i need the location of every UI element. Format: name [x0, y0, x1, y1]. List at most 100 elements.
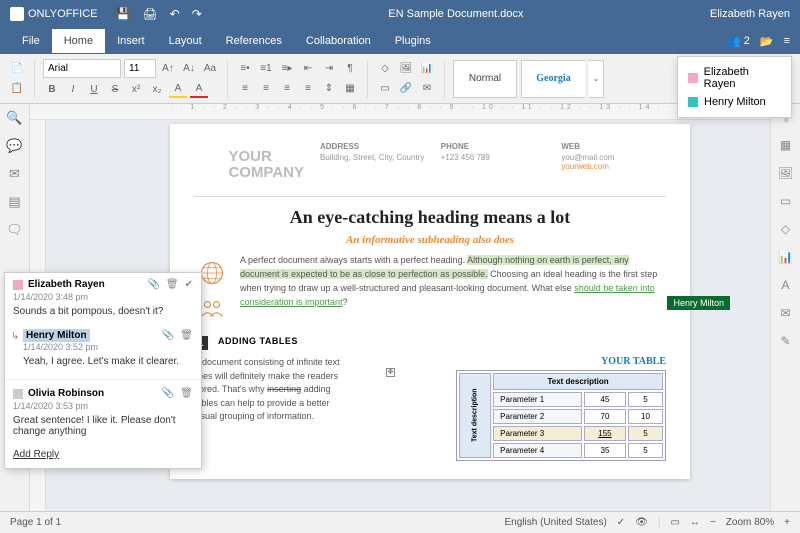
print-icon[interactable]: 🖨: [142, 7, 157, 21]
comments-icon[interactable]: 💬: [6, 138, 22, 154]
user-list-item[interactable]: Elizabeth Rayen: [704, 66, 781, 90]
feedback-icon[interactable]: 🗨: [6, 222, 23, 238]
nonprinting-icon[interactable]: ¶: [341, 60, 359, 78]
table-title[interactable]: YOUR TABLE: [358, 356, 666, 367]
header-settings-icon[interactable]: ▭: [780, 194, 791, 208]
delete-comment-icon[interactable]: 🗑: [180, 330, 193, 341]
font-size-input[interactable]: [124, 59, 156, 78]
page-indicator[interactable]: Page 1 of 1: [10, 517, 61, 528]
company-line2: COMPANY: [228, 165, 304, 182]
open-location-icon[interactable]: 📂: [760, 35, 774, 48]
insert-chart-icon[interactable]: 📊: [418, 60, 436, 78]
bullets-icon[interactable]: ≡•: [236, 60, 254, 78]
users-icon: 👥: [727, 35, 741, 48]
multilevel-icon[interactable]: ≡▸: [278, 60, 296, 78]
heading-1[interactable]: An eye-catching heading means a lot: [194, 207, 666, 228]
strike-button[interactable]: S: [106, 80, 124, 98]
tab-home[interactable]: Home: [52, 29, 105, 53]
underline-button[interactable]: U: [85, 80, 103, 98]
insert-page-icon[interactable]: ▭: [376, 80, 394, 98]
align-left-icon[interactable]: ≡: [236, 80, 254, 98]
delete-comment-icon[interactable]: 🗑: [166, 279, 179, 290]
inc-indent-icon[interactable]: ⇥: [320, 60, 338, 78]
change-case-icon[interactable]: Aa: [201, 60, 219, 78]
section-paragraph[interactable]: A document consisting of infinite text l…: [194, 356, 344, 461]
dec-indent-icon[interactable]: ⇤: [299, 60, 317, 78]
decrease-font-icon[interactable]: A↓: [180, 60, 198, 78]
justify-icon[interactable]: ≡: [299, 80, 317, 98]
insert-image-icon[interactable]: 🖼: [397, 60, 415, 78]
tab-insert[interactable]: Insert: [105, 29, 157, 53]
tab-file[interactable]: File: [10, 29, 52, 53]
user-count[interactable]: 👥 2: [727, 35, 750, 48]
tracking-icon[interactable]: 👁: [635, 517, 648, 528]
ruler-horizontal[interactable]: · · 1 · · 2 · · 3 · · 4 · · 5 · · 6 · · …: [30, 104, 770, 120]
menu-icon[interactable]: ≡: [784, 35, 790, 47]
heading-2[interactable]: An informative subheading also does: [194, 234, 666, 246]
data-table[interactable]: Text descriptionText description Paramet…: [456, 370, 666, 461]
chat-icon[interactable]: ✉: [9, 166, 20, 182]
save-icon[interactable]: 💾: [115, 7, 130, 21]
mailmerge-settings-icon[interactable]: ✉: [780, 306, 790, 320]
insert-shape-icon[interactable]: ◇: [376, 60, 394, 78]
search-icon[interactable]: 🔍: [6, 110, 22, 126]
numbering-icon[interactable]: ≡1: [257, 60, 275, 78]
reply-date: 1/14/2020 3:52 pm: [23, 342, 193, 352]
font-color-button[interactable]: A: [190, 80, 208, 98]
textart-settings-icon[interactable]: A: [781, 278, 789, 292]
copy-icon[interactable]: 📄: [8, 60, 26, 78]
fit-page-icon[interactable]: ▭: [671, 517, 680, 528]
align-center-icon[interactable]: ≡: [257, 80, 275, 98]
resolve-icon[interactable]: ✔: [185, 279, 193, 290]
navigation-icon[interactable]: ▤: [8, 194, 20, 210]
shape-settings-icon[interactable]: ◇: [781, 222, 790, 236]
style-georgia[interactable]: Georgia: [521, 60, 585, 98]
tab-references[interactable]: References: [214, 29, 294, 53]
delete-comment-icon[interactable]: 🗑: [180, 388, 193, 399]
paste-icon[interactable]: 📋: [8, 80, 26, 98]
chart-settings-icon[interactable]: 📊: [778, 250, 793, 264]
section-title[interactable]: ADDING TABLES: [218, 336, 298, 350]
bold-button[interactable]: B: [43, 80, 61, 98]
attach-icon[interactable]: 📎: [162, 330, 174, 341]
comment-date: 1/14/2020 3:53 pm: [5, 401, 201, 415]
shading-icon[interactable]: ▦: [341, 80, 359, 98]
align-right-icon[interactable]: ≡: [278, 80, 296, 98]
reply-arrow-icon: ↳: [11, 331, 19, 342]
highlight-button[interactable]: A: [169, 80, 187, 98]
insert-link-icon[interactable]: 🔗: [397, 80, 415, 98]
fit-width-icon[interactable]: ↔: [690, 517, 700, 528]
zoom-level[interactable]: Zoom 80%: [726, 517, 774, 528]
user-list-item[interactable]: Henry Milton: [704, 96, 766, 108]
spellcheck-icon[interactable]: ✓: [617, 517, 625, 528]
table-move-handle[interactable]: ✥: [386, 368, 395, 377]
line-spacing-icon[interactable]: ⇕: [320, 80, 338, 98]
image-settings-icon[interactable]: 🖼: [778, 166, 793, 180]
redo-icon[interactable]: ↷: [192, 7, 202, 21]
undo-icon[interactable]: ↶: [170, 7, 180, 21]
tab-collaboration[interactable]: Collaboration: [294, 29, 383, 53]
table-cell[interactable]: Parameter 1: [493, 392, 582, 407]
zoom-out-icon[interactable]: −: [710, 517, 716, 528]
document-page[interactable]: YOUR COMPANY ADDRESS Building, Street, C…: [170, 124, 690, 479]
zoom-in-icon[interactable]: +: [784, 517, 790, 528]
current-user[interactable]: Elizabeth Rayen: [710, 8, 790, 20]
add-reply-button[interactable]: Add Reply: [5, 445, 201, 468]
signature-icon[interactable]: ✎: [780, 334, 790, 348]
language-indicator[interactable]: English (United States): [505, 517, 607, 528]
font-name-input[interactable]: [43, 59, 121, 78]
body-paragraph[interactable]: A perfect document always starts with a …: [240, 254, 666, 324]
tab-plugins[interactable]: Plugins: [383, 29, 443, 53]
italic-button[interactable]: I: [64, 80, 82, 98]
attach-icon[interactable]: 📎: [162, 388, 174, 399]
attach-icon[interactable]: 📎: [147, 279, 159, 290]
table-settings-icon[interactable]: ▦: [780, 138, 791, 152]
comment-author: Elizabeth Rayen: [28, 279, 105, 290]
mailmerge-icon[interactable]: ✉: [418, 80, 436, 98]
style-dropdown-icon[interactable]: ⌄: [589, 60, 604, 98]
subscript-button[interactable]: x₂: [148, 80, 166, 98]
superscript-button[interactable]: x²: [127, 80, 145, 98]
tab-layout[interactable]: Layout: [157, 29, 214, 53]
increase-font-icon[interactable]: A↑: [159, 60, 177, 78]
style-normal[interactable]: Normal: [453, 60, 517, 98]
